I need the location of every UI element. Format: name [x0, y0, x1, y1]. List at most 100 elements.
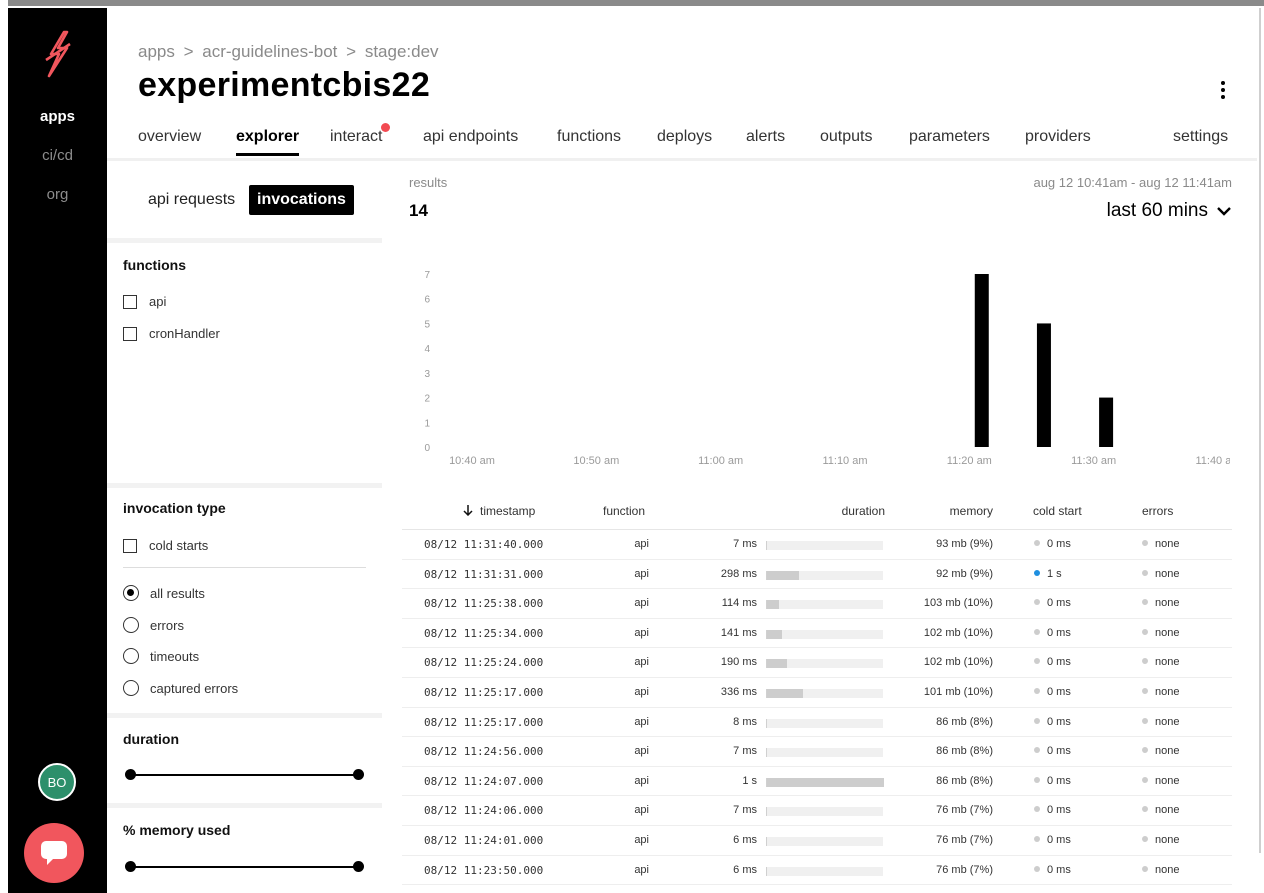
- cell-duration: 7 ms: [733, 745, 757, 758]
- cold-start-value: 0 ms: [1047, 538, 1071, 550]
- breadcrumb-app[interactable]: acr-guidelines-bot: [202, 42, 337, 61]
- duration-range-slider[interactable]: [125, 769, 364, 781]
- cell-timestamp: 08/12 11:25:24.000: [424, 656, 544, 670]
- duration-bar: [766, 866, 883, 876]
- column-memory[interactable]: memory: [950, 504, 993, 518]
- tab-deploys[interactable]: deploys: [657, 128, 712, 156]
- table-row[interactable]: 08/12 11:25:17.000 api 8 ms 86 mb (8%) 0 ms n…: [402, 708, 1232, 738]
- avatar[interactable]: BO: [38, 763, 76, 801]
- checkbox[interactable]: [123, 326, 137, 341]
- cell-function: api: [634, 715, 649, 728]
- cell-cold-start: 0 ms: [1034, 538, 1071, 550]
- radio-button[interactable]: [123, 680, 139, 696]
- lightning-bolt-icon[interactable]: [43, 30, 73, 78]
- cell-errors: none: [1142, 597, 1179, 609]
- chart-bar[interactable]: [1036, 323, 1051, 447]
- cell-memory: 76 mb (7%): [936, 804, 993, 817]
- slider-min-handle[interactable]: [125, 861, 136, 872]
- table-row[interactable]: 08/12 11:25:24.000 api 190 ms 102 mb (10%) 0…: [402, 648, 1232, 678]
- status-dot: [1034, 836, 1040, 842]
- slider-max-handle[interactable]: [353, 769, 364, 780]
- kebab-menu-icon[interactable]: [1214, 78, 1232, 104]
- breadcrumb-stage[interactable]: stage:dev: [365, 42, 439, 61]
- table-row[interactable]: 08/12 11:24:07.000 api 1 s 86 mb (8%) 0 ms no…: [402, 767, 1232, 797]
- radio-all-results[interactable]: all results: [123, 585, 205, 601]
- breadcrumb-separator: >: [183, 42, 194, 61]
- errors-value: none: [1155, 597, 1180, 610]
- slider-track[interactable]: [129, 866, 359, 868]
- status-dot: [1034, 658, 1040, 665]
- tab-explorer[interactable]: explorer: [236, 128, 300, 156]
- tab-outputs[interactable]: outputs: [820, 128, 872, 156]
- table-row[interactable]: 08/12 11:31:40.000 api 7 ms 93 mb (9%) 0 ms n…: [402, 530, 1232, 560]
- column-cold-start[interactable]: cold start: [1033, 504, 1082, 518]
- column-function[interactable]: function: [603, 504, 645, 518]
- time-window-select[interactable]: last 60 mins: [1107, 200, 1232, 222]
- function-filter-label: api: [149, 294, 167, 309]
- table-row[interactable]: 08/12 11:24:06.000 api 7 ms 76 mb (7%) 0 ms n…: [402, 796, 1232, 826]
- tab-interact-label: interact: [330, 128, 383, 145]
- radio-button[interactable]: [123, 617, 139, 633]
- errors-value: none: [1155, 804, 1180, 817]
- table-row[interactable]: 08/12 11:24:56.000 api 7 ms 86 mb (8%) 0 ms n…: [402, 737, 1232, 767]
- table-row[interactable]: 08/12 11:23:50.000 api 6 ms 76 mb (7%) 0 ms n…: [402, 856, 1232, 886]
- tab-functions[interactable]: functions: [557, 128, 621, 156]
- cell-duration: 298 ms: [720, 567, 757, 580]
- table-row[interactable]: 08/12 11:25:17.000 api 336 ms 101 mb (10%) 0…: [402, 678, 1232, 708]
- cold-starts-filter[interactable]: cold starts: [123, 538, 208, 553]
- nav-item-cicd[interactable]: ci/cd: [8, 147, 107, 164]
- chat-button[interactable]: [24, 823, 84, 883]
- radio-timeouts[interactable]: timeouts: [123, 648, 199, 664]
- api-requests-button[interactable]: api requests: [140, 185, 243, 215]
- status-dot: [1142, 836, 1148, 842]
- table-row[interactable]: 08/12 11:25:38.000 api 114 ms 103 mb (10%) 0…: [402, 589, 1232, 619]
- tab-api-endpoints[interactable]: api endpoints: [423, 128, 518, 156]
- cell-timestamp: 08/12 11:25:34.000: [424, 626, 544, 640]
- table-row[interactable]: 08/12 11:24:01.000 api 6 ms 76 mb (7%) 0 ms n…: [402, 826, 1232, 856]
- tab-overview[interactable]: overview: [138, 128, 201, 156]
- tab-providers[interactable]: providers: [1025, 128, 1091, 156]
- x-tick-label: 11:30 am: [1071, 455, 1116, 467]
- cell-cold-start: 0 ms: [1034, 627, 1071, 639]
- checkbox[interactable]: [123, 294, 137, 309]
- duration-bar: [766, 600, 883, 610]
- status-dot: [1034, 747, 1040, 754]
- invocations-button[interactable]: invocations: [249, 185, 354, 215]
- column-errors[interactable]: errors: [1142, 504, 1173, 518]
- tab-settings[interactable]: settings: [1173, 128, 1228, 156]
- nav-item-org[interactable]: org: [8, 186, 107, 203]
- tab-interact[interactable]: interact: [330, 123, 391, 156]
- cell-cold-start: 0 ms: [1034, 834, 1071, 846]
- radio-button[interactable]: [123, 648, 139, 664]
- cell-errors: none: [1142, 538, 1179, 550]
- radio-captured-errors[interactable]: captured errors: [123, 680, 238, 696]
- slider-min-handle[interactable]: [125, 769, 136, 780]
- radio-errors[interactable]: errors: [123, 617, 184, 633]
- table-row[interactable]: 08/12 11:31:31.000 api 298 ms 92 mb (9%) 1 s…: [402, 560, 1232, 590]
- status-dot: [1034, 776, 1040, 783]
- errors-value: none: [1155, 626, 1180, 639]
- cell-cold-start: 0 ms: [1034, 597, 1071, 609]
- table-row[interactable]: 08/12 11:25:34.000 api 141 ms 102 mb (10%) 0…: [402, 619, 1232, 649]
- function-filter-api[interactable]: api: [123, 294, 166, 309]
- duration-bar: [766, 718, 883, 728]
- duration-bar: [766, 541, 883, 550]
- column-duration[interactable]: duration: [842, 504, 885, 518]
- column-timestamp[interactable]: timestamp: [462, 504, 535, 518]
- tab-parameters[interactable]: parameters: [909, 128, 990, 156]
- radio-button[interactable]: [123, 585, 139, 601]
- tab-alerts[interactable]: alerts: [746, 128, 785, 156]
- nav-item-apps[interactable]: apps: [8, 108, 107, 125]
- checkbox[interactable]: [123, 538, 137, 553]
- slider-max-handle[interactable]: [353, 861, 364, 872]
- status-dot: [1142, 776, 1148, 783]
- memory-range-slider[interactable]: [125, 861, 364, 873]
- slider-track[interactable]: [129, 774, 359, 776]
- time-range-text: aug 12 10:41am - aug 12 11:41am: [1033, 175, 1232, 190]
- function-filter-cronhandler[interactable]: cronHandler: [123, 326, 220, 341]
- chart-bar[interactable]: [974, 274, 989, 447]
- chart-bar[interactable]: [1099, 397, 1114, 447]
- breadcrumb-apps[interactable]: apps: [138, 42, 175, 61]
- scrollbar[interactable]: [1259, 8, 1261, 853]
- cell-timestamp: 08/12 11:31:31.000: [424, 567, 544, 581]
